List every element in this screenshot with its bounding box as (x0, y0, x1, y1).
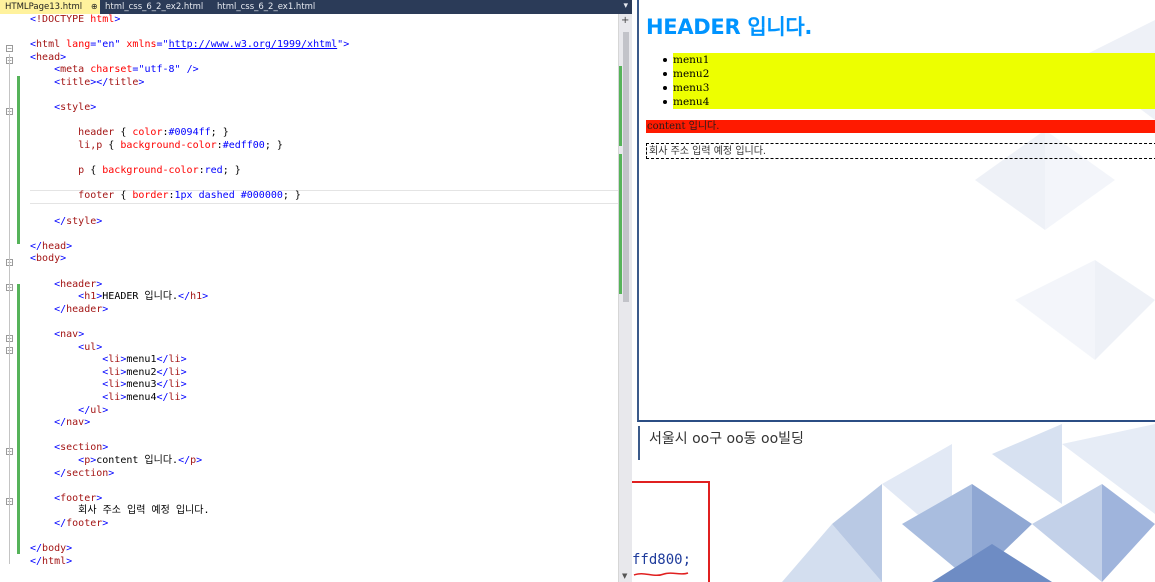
code-line: <li>menu1</li> (102, 354, 187, 366)
tab-label: html_css_6_2_ex1.html (217, 2, 316, 12)
preview-header-title: HEADER 입니다. (646, 15, 813, 39)
scroll-down-icon[interactable]: ▼ (622, 572, 627, 580)
scroll-change-marker (619, 154, 622, 294)
preview-nav-menu: menu1 menu2 menu3 menu4 (662, 53, 1155, 109)
code-line: </html> (30, 555, 73, 567)
code-line: 회사 주소 입력 예정 입니다. (78, 505, 210, 517)
code-fragment-text: ffd800; (632, 552, 692, 568)
preview-content-paragraph: content 입니다. (646, 120, 1155, 133)
preview-menu-item[interactable]: menu1 (662, 53, 709, 67)
scroll-change-marker (619, 66, 622, 146)
code-line: <head> (30, 51, 67, 63)
background-window: 서울시 oo구 oo동 oo빌딩 ffd800; (632, 424, 1155, 582)
code-line: li,p { background-color:#edff00; } (78, 140, 283, 151)
tab-label: HTMLPage13.html (5, 2, 83, 12)
code-line: </footer> (54, 518, 109, 529)
code-line: <meta charset="utf-8" /> (54, 64, 199, 76)
change-marker (17, 284, 20, 554)
code-line: <title></title> (54, 77, 145, 88)
code-line: <p>content 입니다.</p> (78, 455, 203, 466)
split-editor-icon[interactable]: + (621, 16, 629, 26)
code-line: header { color:#0094ff; } (78, 127, 229, 139)
preview-menu-item[interactable]: menu3 (662, 81, 709, 95)
code-line: footer { border:1px dashed #000000; } (78, 190, 301, 202)
scrollbar-thumb[interactable] (623, 32, 629, 302)
code-line: <li>menu4</li> (102, 392, 187, 403)
tab-html-css-6-2-ex1[interactable]: html_css_6_2_ex1.html (212, 0, 324, 14)
code-line: <section> (54, 442, 109, 454)
tab-htmlpage13[interactable]: HTMLPage13.html ⊕ ✕ (0, 0, 113, 14)
editor-gutter: − − − − − − − − − (0, 14, 30, 582)
code-line: </nav> (54, 417, 91, 429)
browser-preview: HEADER 입니다. menu1 menu2 menu3 menu4 cont… (637, 0, 1155, 422)
code-line: <h1>HEADER 입니다.</h1> (78, 291, 209, 303)
preview-menu-item[interactable]: menu2 (662, 67, 709, 81)
tab-overflow-menu-icon[interactable]: ▾ (623, 1, 628, 11)
code-line: <style> (54, 102, 97, 114)
code-line: </header> (54, 303, 109, 315)
code-line: </section> (54, 467, 115, 479)
tab-html-css-6-2-ex2[interactable]: html_css_6_2_ex2.html (100, 0, 212, 14)
editor-tab-bar: HTMLPage13.html ⊕ ✕ html_css_6_2_ex2.htm… (0, 0, 632, 14)
code-area[interactable]: <!DOCTYPE html> <html lang="en" xmlns="h… (30, 14, 618, 582)
code-line: <nav> (54, 329, 85, 340)
code-editor[interactable]: HTMLPage13.html ⊕ ✕ html_css_6_2_ex2.htm… (0, 0, 632, 582)
code-line: </ul> (78, 404, 109, 416)
pin-icon[interactable]: ⊕ (91, 0, 98, 14)
code-line: <header> (54, 278, 103, 290)
code-line: <ul> (78, 341, 103, 353)
preview-menu-item[interactable]: menu4 (662, 95, 709, 109)
preview-footer: 회사 주소 입력 예정 입니다. (646, 143, 1155, 159)
code-line: <html lang="en" xmlns="http://www.w3.org… (30, 39, 350, 51)
code-line: </head> (30, 240, 73, 252)
code-line: <!DOCTYPE html> (30, 14, 121, 25)
code-line: <footer> (54, 492, 103, 504)
code-line: <body> (30, 253, 67, 265)
tab-label: html_css_6_2_ex2.html (105, 2, 204, 12)
fold-toggle-icon[interactable]: − (6, 45, 13, 52)
code-line: </style> (54, 215, 103, 227)
address-text: 서울시 oo구 oo동 oo빌딩 (638, 426, 1155, 460)
red-underline-icon (633, 572, 689, 577)
code-line: </body> (30, 543, 73, 555)
code-line: p { background-color:red; } (78, 165, 241, 177)
code-line: <li>menu2</li> (102, 366, 187, 378)
fold-guide (9, 54, 10, 564)
editor-vertical-scrollbar[interactable]: + ▼ (618, 14, 632, 582)
change-marker (17, 76, 20, 244)
code-line: <li>menu3</li> (102, 379, 187, 391)
